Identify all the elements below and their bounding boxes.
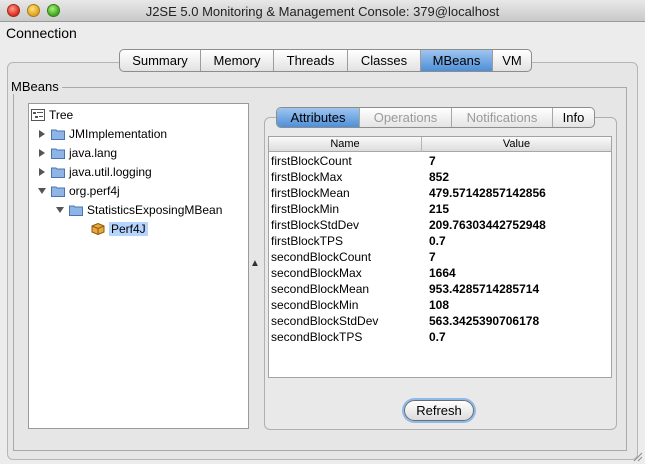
disclosure-down-icon[interactable] — [55, 205, 65, 215]
tree-node-java-util-logging[interactable]: java.util.logging — [37, 163, 152, 181]
attribute-name-cell: secondBlockCount — [271, 250, 372, 264]
attribute-name-cell: secondBlockMean — [271, 282, 370, 296]
attributes-table[interactable]: Name Value firstBlockCount 7 firstBlockMax… — [268, 136, 612, 378]
table-row[interactable]: secondBlockMax 1664 — [269, 265, 611, 281]
folder-open-icon — [51, 186, 65, 197]
table-row[interactable]: firstBlockMin 215 — [269, 201, 611, 217]
attribute-name-cell: firstBlockTPS — [271, 234, 344, 248]
column-header-name[interactable]: Name — [269, 137, 422, 152]
tab-mbeans[interactable]: MBeans — [421, 50, 493, 71]
menu-connection[interactable]: Connection — [6, 25, 77, 41]
attribute-value-cell: 215 — [429, 202, 450, 216]
table-row[interactable]: secondBlockMean 953.4285714285714 — [269, 281, 611, 297]
tree-root-label: Tree — [49, 108, 74, 122]
table-row[interactable]: secondBlockCount 7 — [269, 249, 611, 265]
table-row[interactable]: secondBlockStdDev 563.3425390706178 — [269, 313, 611, 329]
tab-info[interactable]: Info — [553, 108, 594, 127]
disclosure-right-icon[interactable] — [37, 129, 47, 139]
attribute-name-cell: secondBlockTPS — [271, 330, 363, 344]
table-row[interactable]: firstBlockTPS 0.7 — [269, 233, 611, 249]
disclosure-right-icon[interactable] — [37, 167, 47, 177]
split-pane-divider-handle[interactable]: ▲ — [250, 258, 260, 269]
attribute-name-cell: secondBlockStdDev — [271, 314, 379, 328]
attribute-name-cell: secondBlockMax — [271, 266, 362, 280]
table-row[interactable]: firstBlockCount 7 — [269, 153, 611, 169]
tree-root[interactable]: Tree — [31, 106, 73, 124]
table-row[interactable]: secondBlockMin 108 — [269, 297, 611, 313]
folder-icon — [51, 167, 65, 178]
mbeans-group-label: MBeans — [8, 79, 62, 94]
tree-node-label-selected: Perf4J — [109, 222, 148, 236]
attribute-value-cell: 479.57142857142856 — [429, 186, 546, 200]
table-row[interactable]: firstBlockMax 852 — [269, 169, 611, 185]
tree-node-label: java.util.logging — [69, 165, 152, 179]
tab-threads[interactable]: Threads — [274, 50, 348, 71]
tab-summary[interactable]: Summary — [120, 50, 201, 71]
mbean-bean-icon — [91, 223, 105, 235]
folder-icon — [51, 129, 65, 140]
main-tab-bar: Summary Memory Threads Classes MBeans VM — [119, 49, 532, 72]
mbean-detail-tab-bar: Attributes Operations Notifications Info — [276, 107, 595, 128]
disclosure-down-icon[interactable] — [37, 186, 47, 196]
tree-node-statisticsexposingmbean[interactable]: StatisticsExposingMBean — [55, 201, 222, 219]
attribute-value-cell: 7 — [429, 250, 436, 264]
table-row[interactable]: secondBlockTPS 0.7 — [269, 329, 611, 345]
tree-node-label: org.perf4j — [69, 184, 120, 198]
tree-node-label: JMImplementation — [69, 127, 168, 141]
attribute-value-cell: 209.76303442752948 — [429, 218, 546, 232]
attribute-name-cell: firstBlockMin — [271, 202, 340, 216]
tree-node-org-perf4j[interactable]: org.perf4j — [37, 182, 120, 200]
tab-operations: Operations — [360, 108, 452, 127]
tree-node-perf4j[interactable]: Perf4J — [91, 220, 148, 238]
attribute-value-cell: 0.7 — [429, 234, 446, 248]
tab-vm[interactable]: VM — [493, 50, 531, 71]
folder-open-icon — [69, 205, 83, 216]
attribute-name-cell: firstBlockStdDev — [271, 218, 360, 232]
tree-node-java-lang[interactable]: java.lang — [37, 144, 117, 162]
attribute-name-cell: secondBlockMin — [271, 298, 359, 312]
attribute-value-cell: 563.3425390706178 — [429, 314, 540, 328]
attribute-value-cell: 0.7 — [429, 330, 446, 344]
attribute-name-cell: firstBlockMean — [271, 186, 350, 200]
attribute-value-cell: 852 — [429, 170, 450, 184]
tree-node-label: java.lang — [69, 146, 118, 160]
mbean-tree[interactable]: Tree JMImplementation java.lang java.uti… — [28, 103, 249, 429]
table-header: Name Value — [269, 137, 611, 152]
folder-icon — [51, 148, 65, 159]
menu-bar: Connection — [0, 22, 645, 44]
title-bar: J2SE 5.0 Monitoring & Management Console… — [0, 0, 645, 22]
refresh-button[interactable]: Refresh — [404, 400, 474, 421]
tree-root-icon — [31, 109, 45, 121]
attribute-name-cell: firstBlockCount — [271, 154, 352, 168]
table-row[interactable]: firstBlockMean 479.57142857142856 — [269, 185, 611, 201]
tab-classes[interactable]: Classes — [348, 50, 421, 71]
tree-node-label: StatisticsExposingMBean — [87, 203, 223, 217]
table-row[interactable]: firstBlockStdDev 209.76303442752948 — [269, 217, 611, 233]
tree-node-jmimplementation[interactable]: JMImplementation — [37, 125, 167, 143]
attribute-name-cell: firstBlockMax — [271, 170, 343, 184]
tab-attributes[interactable]: Attributes — [277, 108, 360, 127]
resize-grip-icon[interactable] — [631, 450, 643, 462]
tab-memory[interactable]: Memory — [201, 50, 274, 71]
attribute-value-cell: 1664 — [429, 266, 456, 280]
tab-notifications: Notifications — [452, 108, 553, 127]
column-header-value[interactable]: Value — [422, 137, 611, 152]
window-title: J2SE 5.0 Monitoring & Management Console… — [145, 4, 500, 19]
attribute-value-cell: 953.4285714285714 — [429, 282, 540, 296]
disclosure-right-icon[interactable] — [37, 148, 47, 158]
attribute-value-cell: 7 — [429, 154, 436, 168]
attribute-value-cell: 108 — [429, 298, 450, 312]
